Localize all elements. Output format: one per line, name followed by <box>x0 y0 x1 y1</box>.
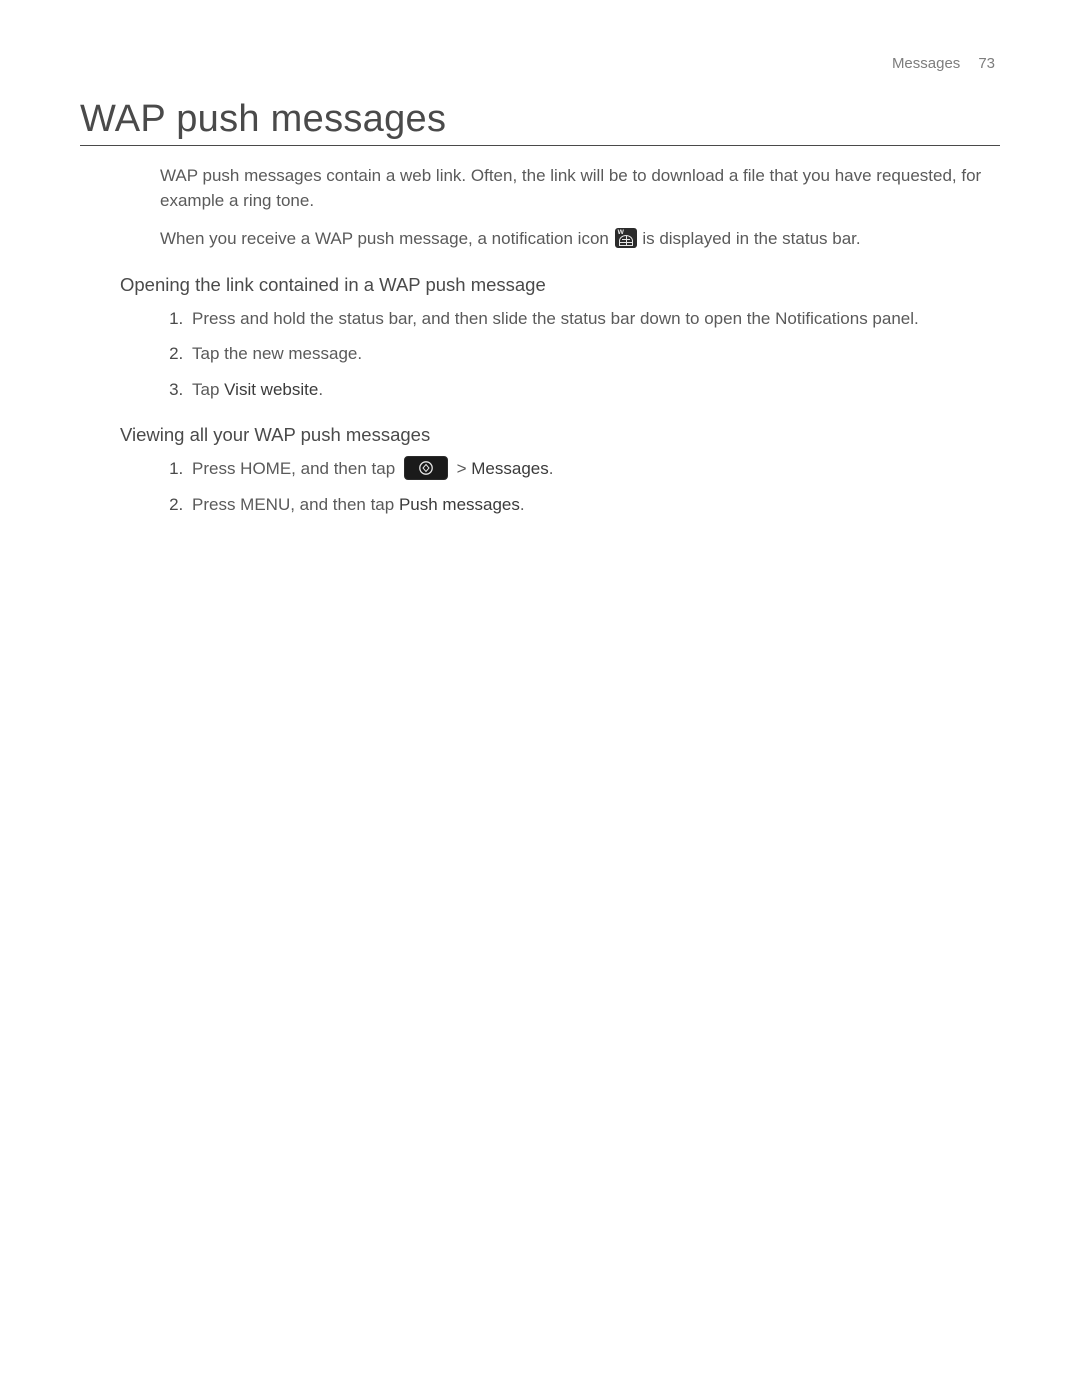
page-header: Messages 73 <box>80 55 1000 72</box>
step-view-2-bold: Push messages <box>399 495 520 514</box>
intro-p2-after: is displayed in the status bar. <box>642 229 860 248</box>
intro-paragraph-2: When you receive a WAP push message, a n… <box>160 227 1000 252</box>
step-open-3-bold: Visit website <box>224 380 318 399</box>
step-view-1-before: Press HOME, and then tap <box>192 459 400 478</box>
intro-block: WAP push messages contain a web link. Of… <box>160 164 1000 252</box>
step-view-1-bold: Messages <box>471 459 548 478</box>
subheading-viewing-all: Viewing all your WAP push messages <box>120 424 1000 446</box>
step-view-1: Press HOME, and then tap > Messages. <box>188 456 1000 482</box>
step-view-1-mid: > <box>452 459 471 478</box>
step-open-3-before: Tap <box>192 380 224 399</box>
step-open-2: Tap the new message. <box>188 341 1000 367</box>
document-page: Messages 73 WAP push messages WAP push m… <box>0 0 1080 1397</box>
subheading-opening-link: Opening the link contained in a WAP push… <box>120 274 1000 296</box>
step-view-2-after: . <box>520 495 525 514</box>
intro-p2-before: When you receive a WAP push message, a n… <box>160 229 614 248</box>
header-section-label: Messages <box>892 55 960 72</box>
page-title: WAP push messages <box>80 98 1000 146</box>
step-view-2-before: Press MENU, and then tap <box>192 495 399 514</box>
header-page-number: 73 <box>978 55 995 72</box>
all-apps-icon <box>404 456 448 480</box>
step-open-1: Press and hold the status bar, and then … <box>188 306 1000 332</box>
step-open-3-after: . <box>318 380 323 399</box>
intro-paragraph-1: WAP push messages contain a web link. Of… <box>160 164 1000 213</box>
step-open-3: Tap Visit website. <box>188 377 1000 403</box>
wap-notification-icon <box>615 228 637 248</box>
steps-viewing-all: Press HOME, and then tap > Messages. Pre… <box>160 456 1000 517</box>
steps-opening-link: Press and hold the status bar, and then … <box>160 306 1000 403</box>
step-view-2: Press MENU, and then tap Push messages. <box>188 492 1000 518</box>
step-view-1-after: . <box>549 459 554 478</box>
